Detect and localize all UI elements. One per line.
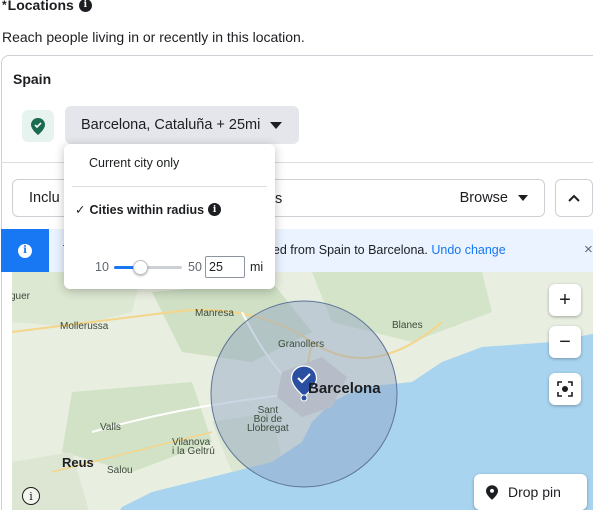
banner-message: nged from Spain to Barcelona. Undo chang…: [259, 243, 506, 257]
option-label: Cities within radius: [89, 202, 205, 217]
map-label-valls: Valls: [100, 422, 121, 433]
search-text-tail: s: [275, 191, 283, 207]
slider-min-label: 10: [95, 260, 109, 274]
undo-change-link[interactable]: Undo change: [431, 243, 505, 257]
check-icon: ✓: [75, 203, 86, 217]
slider-max-label: 50: [188, 260, 202, 274]
section-subtitle: Reach people living in or recently in th…: [2, 29, 305, 45]
caret-down-icon: [518, 195, 528, 201]
zoom-in-button[interactable]: +: [549, 284, 581, 316]
chevron-up-icon: [568, 194, 580, 202]
info-icon: i: [18, 243, 32, 258]
radius-slider[interactable]: [114, 260, 182, 275]
map-info-icon[interactable]: i: [22, 487, 40, 505]
section-title: * Locations i: [2, 0, 92, 13]
info-icon[interactable]: i: [78, 0, 92, 12]
caret-down-icon: [270, 121, 283, 129]
browse-button[interactable]: Browse: [460, 180, 528, 216]
drop-pin-label: Drop pin: [508, 484, 561, 500]
drop-pin-button[interactable]: Drop pin: [474, 474, 587, 510]
location-chip-label: Barcelona, Cataluña + 25mi: [81, 117, 261, 133]
option-current-city[interactable]: Current city only: [89, 156, 179, 170]
include-label: Inclu: [29, 190, 60, 206]
map-label-barcelona: Barcelona: [308, 380, 381, 397]
slider-thumb[interactable]: [133, 260, 148, 275]
radius-input[interactable]: [205, 256, 245, 278]
map-label-granollers: Granollers: [278, 339, 325, 350]
dropdown-separator: [72, 186, 267, 187]
map-label-blanes: Blanes: [392, 320, 423, 331]
radius-dropdown: Current city only ✓ Cities within radius…: [64, 144, 275, 289]
close-icon[interactable]: ×: [584, 241, 593, 258]
locate-icon: [557, 381, 573, 397]
banner-info-badge: i: [1, 229, 49, 272]
map-label-sant-boi: Sant Boi de Llobregat: [247, 405, 289, 434]
title-text: Locations: [7, 0, 74, 13]
map-label-vilanova: Vilanova i la Geltrú: [172, 437, 215, 457]
browse-label: Browse: [459, 190, 508, 206]
option-cities-within-radius[interactable]: ✓ Cities within radius i: [75, 202, 222, 217]
banner-message-text: nged from Spain to Barcelona.: [259, 243, 428, 257]
country-heading: Spain: [13, 71, 52, 87]
zoom-out-button[interactable]: −: [549, 326, 581, 358]
radius-slider-row: 10 50 mi: [64, 256, 275, 280]
map-label-mollerussa: Mollerussa: [60, 321, 109, 332]
info-icon[interactable]: i: [208, 203, 222, 216]
location-pin-badge: [22, 110, 54, 142]
map-label-salou: Salou: [107, 465, 133, 476]
map-pin-icon: [31, 117, 45, 135]
radius-unit: mi: [250, 260, 264, 274]
map-label-manresa: Manresa: [195, 308, 234, 319]
location-chip[interactable]: Barcelona, Cataluña + 25mi: [65, 106, 299, 144]
map-label-lleida: guer: [12, 291, 31, 302]
recenter-button[interactable]: [549, 373, 581, 405]
required-marker: *: [2, 0, 7, 12]
collapse-button[interactable]: [555, 179, 593, 217]
map-label-reus: Reus: [62, 455, 94, 470]
map-pin-icon: [486, 484, 498, 500]
